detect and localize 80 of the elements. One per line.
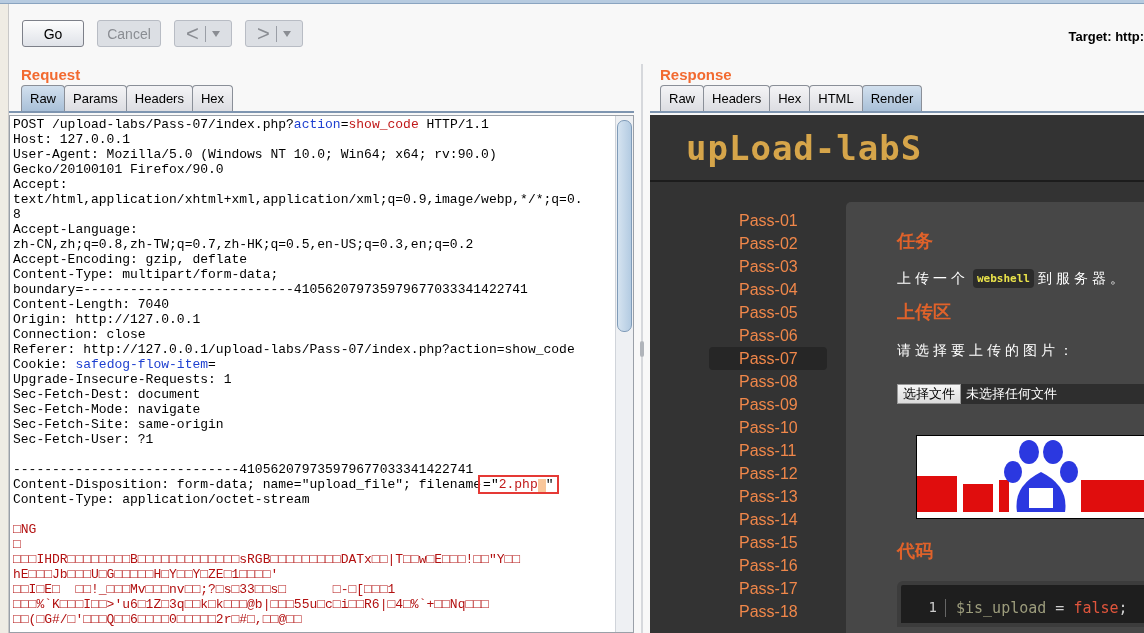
file-status: 未选择任何文件 — [965, 385, 1057, 403]
caret-icon — [282, 30, 291, 37]
section-heading: 上传区 — [897, 300, 951, 324]
request-line: Referer: http://127.0.0.1/upload-labs/Pass-07/index.php?action=show_code — [13, 342, 576, 357]
binary-line: □NG — [13, 522, 38, 537]
request-line: Accept-Language: — [13, 222, 139, 237]
request-line: -----------------------------410562079735979677033341422741 — [13, 462, 475, 477]
file-input[interactable]: 选择文件 未选择任何文件 — [897, 384, 1144, 404]
nav-link[interactable]: Pass-13 — [709, 485, 827, 508]
nav-link[interactable]: Pass-01 — [709, 209, 827, 232]
request-line: Cookie: safedog-flow-item= — [13, 357, 217, 372]
binary-line: □ — [13, 537, 22, 552]
nav-link[interactable]: Pass-12 — [709, 462, 827, 485]
highlight-frame: ="2.php " — [478, 475, 559, 494]
request-line: Gecko/20100101 Firefox/90.0 — [13, 162, 225, 177]
request-line: Content-Length: 7040 — [13, 297, 171, 312]
request-line: Connection: close — [13, 327, 147, 342]
upload-prompt: 请选择要上传的图片： — [897, 342, 1077, 360]
binary-line: □□I□E□ □□!_□□□Mv□□□nv□□;?□s□33□□s□ □-□[□□□1 — [13, 582, 397, 597]
nav-link[interactable]: Pass-14 — [709, 508, 827, 531]
request-line: zh-CN,zh;q=0.8,zh-TW;q=0.7,zh-HK;q=0.5,en-US;q=0.3,en;q=0.2 — [13, 237, 475, 252]
task-text: 到服务器。 — [1038, 269, 1128, 288]
request-line: text/html,application/xhtml+xml,application/xml;q=0.9,image/webp,*/*;q=0. — [13, 192, 584, 207]
target-label: Target: http: — [1068, 29, 1144, 44]
binary-line: □□□%`K□□□I□□>'u6□1Z□3q□□k□k□□□@b|□□□55u□c□i□□R6|□4□%`+□□Nq□□□ — [13, 597, 490, 612]
line-number: 1 — [901, 599, 946, 617]
nav-link[interactable]: Pass-09 — [709, 393, 827, 416]
nav-link[interactable]: Pass-15 — [709, 531, 827, 554]
request-line: POST /upload-labs/Pass-07/index.php?action=show_code HTTP/1.1 — [13, 117, 490, 132]
nav-link[interactable]: Pass-10 — [709, 416, 827, 439]
tab[interactable]: Render — [861, 85, 923, 111]
tab[interactable]: Params — [64, 85, 127, 111]
tab[interactable]: Raw — [21, 85, 65, 111]
request-line: 8 — [13, 207, 22, 222]
tab[interactable]: Headers — [703, 85, 771, 111]
binary-line: □□(□G#/□'□□□Q□□6□□□□0□□□□□2r□#□,□□@□□ — [13, 612, 303, 627]
nav-link[interactable]: Pass-04 — [709, 278, 827, 301]
request-line: Sec-Fetch-Mode: navigate — [13, 402, 202, 417]
request-line: Sec-Fetch-User: ?1 — [13, 432, 155, 447]
request-line: Content-Type: application/octet-stream — [13, 492, 311, 507]
request-line: Origin: http://127.0.0.1 — [13, 312, 202, 327]
nav-link[interactable]: Pass-05 — [709, 301, 827, 324]
tab[interactable]: Raw — [660, 85, 704, 111]
text-cursor-selection — [537, 479, 546, 492]
nav-link[interactable]: Pass-08 — [709, 370, 827, 393]
nav-link[interactable]: Pass-11 — [709, 439, 827, 462]
binary-line: □□□IHDR□□□□□□□□B□□□□□□□□□□□□□sRGB□□□□□□□□□DATx□□|T□□w□E□□□!□□"Y□□ — [13, 552, 522, 567]
site-logo: upLoad-labS — [686, 127, 923, 168]
tab[interactable]: HTML — [809, 85, 863, 111]
nav-link[interactable]: Pass-18 — [709, 600, 827, 623]
nav-link[interactable]: Pass-16 — [709, 554, 827, 577]
nav-link[interactable]: Pass-17 — [709, 577, 827, 600]
request-line: Accept: — [13, 177, 69, 192]
tab[interactable]: Headers — [125, 85, 193, 111]
nav-link[interactable]: Pass-07 — [709, 347, 827, 370]
code-chip: webshell — [973, 269, 1034, 288]
pane-title: Response — [659, 65, 733, 85]
request-line: Upgrade-Insecure-Requests: 1 — [13, 372, 233, 387]
section-heading: 代码 — [897, 539, 933, 563]
toolbar-button[interactable]: Go — [22, 20, 84, 47]
nav-link[interactable]: Pass-03 — [709, 255, 827, 278]
nav-link[interactable]: Pass-06 — [709, 324, 827, 347]
request-line: Sec-Fetch-Site: same-origin — [13, 417, 225, 432]
pane-title: Request — [20, 65, 82, 85]
binary-line: hE□□□Jb□□□U□G□□□□□H□Y□□Y□ZE□1□□□□' — [13, 567, 280, 582]
tab[interactable]: Hex — [769, 85, 811, 111]
request-line: Content-Type: multipart/form-data; — [13, 267, 280, 282]
request-line: Host: 127.0.0.1 — [13, 132, 132, 147]
code-line: $is_upload = false; — [955, 599, 1128, 617]
task-text: 上传一个 — [897, 269, 969, 288]
nav-link[interactable]: Pass-02 — [709, 232, 827, 255]
caret-icon — [211, 30, 220, 37]
section-heading: 任务 — [897, 229, 933, 253]
request-line: Accept-Encoding: gzip, deflate — [13, 252, 249, 267]
choose-file-button[interactable]: 选择文件 — [897, 384, 961, 404]
tab[interactable]: Hex — [191, 85, 234, 111]
scrollbar[interactable] — [615, 116, 633, 632]
request-line: boundary=---------------------------410562079735979677033341422741 — [13, 282, 529, 297]
request-line: User-Agent: Mozilla/5.0 (Windows NT 10.0; Win64; x64; rv:90.0) — [13, 147, 498, 162]
request-line: Sec-Fetch-Dest: document — [13, 387, 202, 402]
